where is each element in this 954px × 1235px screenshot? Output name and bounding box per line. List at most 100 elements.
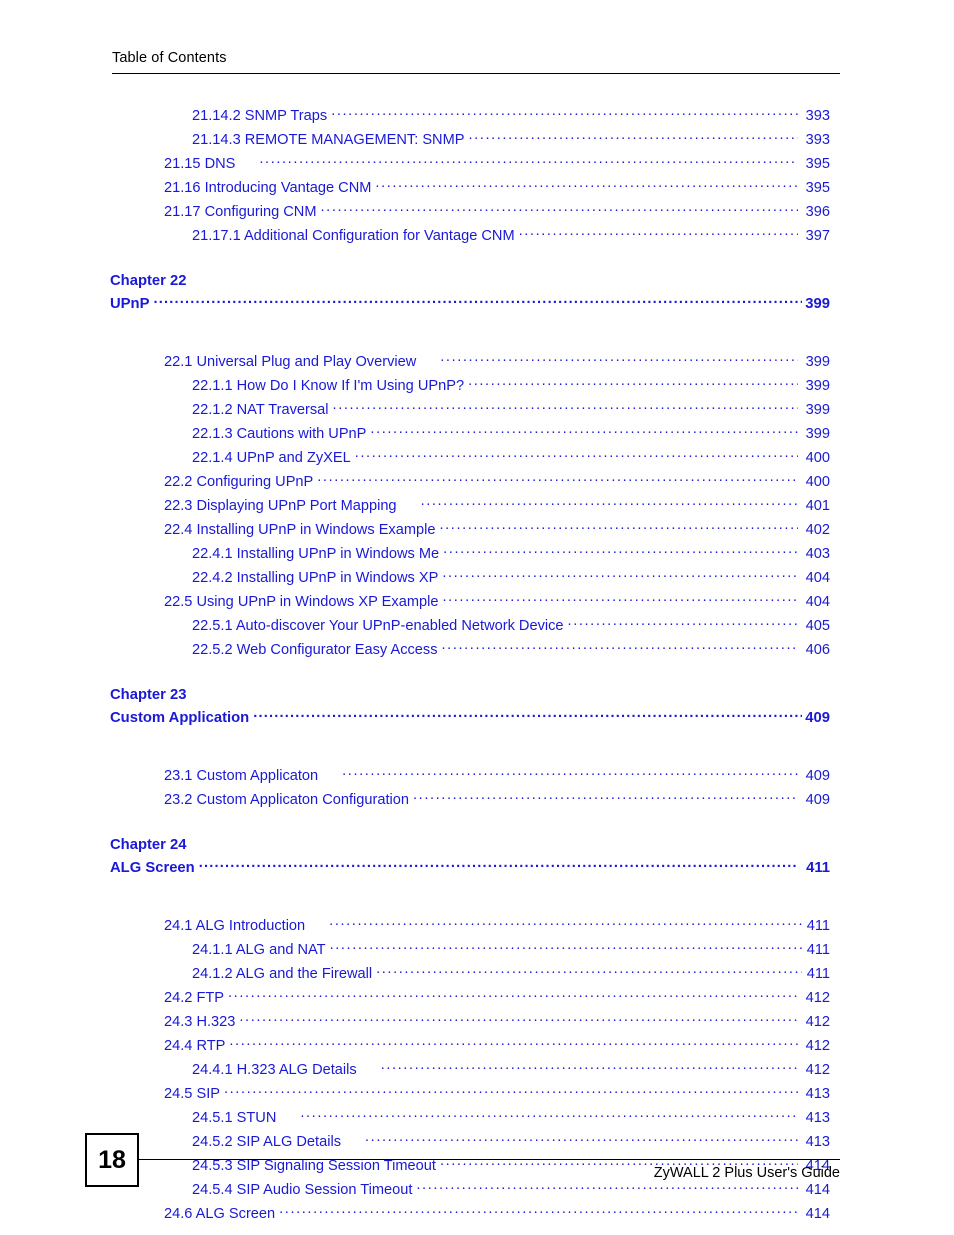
toc-leader-dots: [331, 105, 798, 120]
toc-chapter-title-row[interactable]: UPnP 399: [0, 293, 954, 317]
toc-entry[interactable]: 24.4 RTP 412: [0, 1035, 954, 1059]
toc-entry-page-number: 395: [805, 179, 830, 196]
toc-entry-label: 24.4.1 H.323 ALG Details: [192, 1061, 357, 1078]
toc-leader-dots: [468, 129, 798, 144]
toc-entry-label: 22.1.1 How Do I Know If I'm Using UPnP?: [192, 377, 465, 394]
toc-entry-page-number: 413: [805, 1109, 830, 1126]
toc-entry-label: 22.5 Using UPnP in Windows XP Example: [164, 593, 439, 610]
toc-leader-dots: [153, 293, 802, 308]
toc-entry-page-number: 403: [805, 545, 830, 562]
toc-entry[interactable]: 21.14.2 SNMP Traps 393: [0, 105, 954, 129]
toc-entry[interactable]: 24.1 ALG Introduction 411: [0, 915, 954, 939]
toc-leader-dots: [442, 639, 798, 654]
toc-leader-dots: [253, 707, 802, 722]
toc-entry-label: 23.2 Custom Applicaton Configuration: [164, 791, 410, 808]
toc-entry[interactable]: 24.1.2 ALG and the Firewall 411: [0, 963, 954, 987]
toc-entry[interactable]: 24.3 H.323 412: [0, 1011, 954, 1035]
toc-chapter-title-row[interactable]: ALG Screen 411: [0, 857, 954, 881]
toc-entry-page-number: 399: [805, 353, 830, 370]
toc-entry-label: 22.4.1 Installing UPnP in Windows Me: [192, 545, 440, 562]
toc-leader-dots: [342, 765, 798, 780]
toc-entry-label: 24.4 RTP: [164, 1037, 226, 1054]
toc-entry-page-number: 393: [805, 131, 830, 148]
page-number-box: 18: [85, 1133, 139, 1187]
toc-entry[interactable]: 21.15 DNS 395: [0, 153, 954, 177]
toc-leader-dots: [442, 567, 798, 582]
toc-entry-label: 22.3 Displaying UPnP Port Mapping: [164, 497, 397, 514]
toc-entry-label: 22.5.2 Web Configurator Easy Access: [192, 641, 438, 658]
toc-entry[interactable]: 23.1 Custom Applicaton 409: [0, 765, 954, 789]
toc-entry-label: 21.15 DNS: [164, 155, 236, 172]
toc-entry-page-number: 412: [805, 1013, 830, 1030]
toc-entry[interactable]: 22.1.4 UPnP and ZyXEL 400: [0, 447, 954, 471]
toc-entry-label: 24.3 H.323: [164, 1013, 236, 1030]
toc-leader-dots: [333, 399, 798, 414]
toc-entry-label: 22.4.2 Installing UPnP in Windows XP: [192, 569, 439, 586]
toc-entry[interactable]: 22.5.2 Web Configurator Easy Access 406: [0, 639, 954, 663]
toc-entry[interactable]: 21.16 Introducing Vantage CNM 395: [0, 177, 954, 201]
toc-entry-page-number: 397: [805, 227, 830, 244]
toc-leader-dots: [355, 447, 798, 462]
toc-entry[interactable]: 21.17.1 Additional Configuration for Van…: [0, 225, 954, 249]
toc-entry[interactable]: 22.1.3 Cautions with UPnP 399: [0, 423, 954, 447]
toc-leader-dots: [568, 615, 798, 630]
document-page: Table of Contents 21.14.2 SNMP Traps3932…: [0, 0, 954, 1235]
toc-leader-dots: [321, 201, 798, 216]
toc-entry-label: 24.1.2 ALG and the Firewall: [192, 965, 373, 982]
toc-entry-page-number: 399: [805, 377, 830, 394]
toc-entry[interactable]: 23.2 Custom Applicaton Configuration 409: [0, 789, 954, 813]
toc-entry[interactable]: 22.1.2 NAT Traversal 399: [0, 399, 954, 423]
toc-entry-page-number: 412: [805, 1061, 830, 1078]
toc-entry[interactable]: 21.17 Configuring CNM 396: [0, 201, 954, 225]
toc-entry-page-number: 411: [806, 917, 830, 934]
footer-divider: [139, 1159, 840, 1160]
toc-entry-label: 24.2 FTP: [164, 989, 225, 1006]
toc-entry-label: Custom Application: [110, 709, 250, 726]
toc-chapter-label: Chapter 24: [110, 837, 187, 853]
header-title: Table of Contents: [112, 50, 227, 66]
toc-entry[interactable]: 22.1 Universal Plug and Play Overview 399: [0, 351, 954, 375]
toc-entry-page-number: 409: [805, 791, 830, 808]
toc-entry-page-number: 405: [805, 617, 830, 634]
toc-leader-dots: [330, 939, 802, 954]
toc-entry[interactable]: 24.5 SIP 413: [0, 1083, 954, 1107]
toc-entry-label: 23.1 Custom Applicaton: [164, 767, 319, 784]
toc-entry[interactable]: 22.4.2 Installing UPnP in Windows XP 404: [0, 567, 954, 591]
toc-entry-page-number: 412: [805, 989, 830, 1006]
toc-entry-label: 22.1.4 UPnP and ZyXEL: [192, 449, 351, 466]
toc-leader-dots: [224, 1083, 798, 1098]
toc-entry-page-number: 406: [805, 641, 830, 658]
toc-entry-label: 21.14.2 SNMP Traps: [192, 107, 328, 124]
toc-leader-dots: [440, 351, 798, 366]
toc-entry-page-number: 411: [806, 941, 830, 958]
table-of-contents: 21.14.2 SNMP Traps39321.14.3 REMOTE MANA…: [0, 105, 954, 1227]
toc-leader-dots: [375, 177, 798, 192]
toc-entry-page-number: 409: [805, 767, 830, 784]
toc-leader-dots: [442, 591, 798, 606]
toc-entry-page-number: 411: [806, 859, 830, 876]
toc-chapter-title-row[interactable]: Custom Application 409: [0, 707, 954, 731]
toc-entry-label: UPnP: [110, 295, 150, 312]
toc-entry-label: 24.1 ALG Introduction: [164, 917, 306, 934]
toc-entry[interactable]: 24.1.1 ALG and NAT 411: [0, 939, 954, 963]
toc-entry[interactable]: 22.2 Configuring UPnP 400: [0, 471, 954, 495]
toc-entry[interactable]: 22.1.1 How Do I Know If I'm Using UPnP? 3…: [0, 375, 954, 399]
footer-guide-title: ZyWALL 2 Plus User's Guide: [653, 1165, 840, 1181]
toc-leader-dots: [300, 1107, 798, 1122]
toc-leader-dots: [439, 519, 798, 534]
toc-entry[interactable]: 24.2 FTP 412: [0, 987, 954, 1011]
toc-leader-dots: [381, 1059, 798, 1074]
toc-entry-page-number: 409: [805, 709, 830, 726]
toc-entry[interactable]: 22.5.1 Auto-discover Your UPnP-enabled N…: [0, 615, 954, 639]
document-footer: 18 ZyWALL 2 Plus User's Guide: [0, 1125, 954, 1235]
toc-entry[interactable]: 22.4 Installing UPnP in Windows Example 4…: [0, 519, 954, 543]
toc-leader-dots: [468, 375, 798, 390]
toc-entry[interactable]: 22.5 Using UPnP in Windows XP Example 404: [0, 591, 954, 615]
toc-entry-label: 21.17.1 Additional Configuration for Van…: [192, 227, 515, 244]
toc-entry-page-number: 404: [805, 569, 830, 586]
toc-entry[interactable]: 21.14.3 REMOTE MANAGEMENT: SNMP 393: [0, 129, 954, 153]
toc-entry[interactable]: 24.4.1 H.323 ALG Details 412: [0, 1059, 954, 1083]
toc-spacer: [0, 751, 954, 765]
toc-entry[interactable]: 22.3 Displaying UPnP Port Mapping 401: [0, 495, 954, 519]
toc-entry[interactable]: 22.4.1 Installing UPnP in Windows Me 403: [0, 543, 954, 567]
